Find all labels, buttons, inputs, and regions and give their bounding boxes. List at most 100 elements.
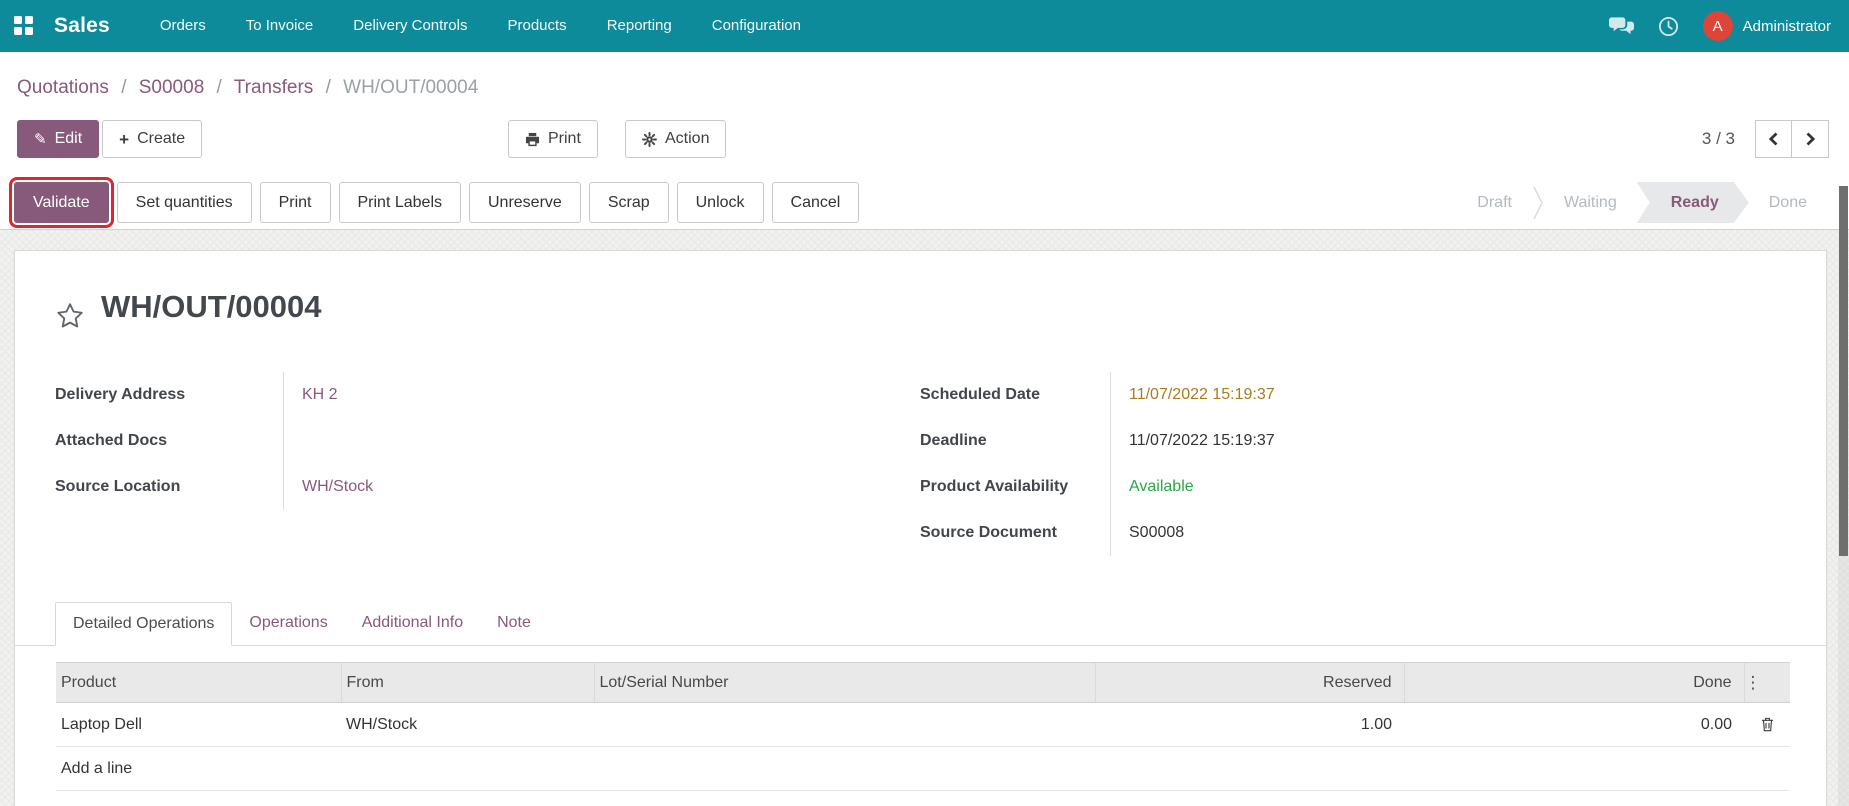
- column-header-reserved[interactable]: Reserved: [1095, 663, 1404, 703]
- create-button-label: Create: [137, 130, 185, 148]
- edit-button[interactable]: ✎ Edit: [17, 120, 99, 158]
- table-header-row: Product From Lot/Serial Number Reserved …: [56, 663, 1790, 703]
- state-done[interactable]: Done: [1749, 182, 1827, 223]
- field-scheduled-date: Scheduled Date 11/07/2022 15:19:37: [920, 372, 1786, 418]
- field-label: Source Document: [920, 524, 1110, 542]
- menu-products[interactable]: Products: [487, 0, 586, 52]
- printer-icon: [525, 132, 540, 147]
- gear-icon: [642, 132, 657, 147]
- chevron-right-icon: [1805, 132, 1816, 146]
- tab-note[interactable]: Note: [480, 602, 548, 645]
- state-ready[interactable]: Ready: [1637, 182, 1749, 223]
- column-header-from[interactable]: From: [341, 663, 594, 703]
- field-deadline: Deadline 11/07/2022 15:19:37: [920, 418, 1786, 464]
- form-sheet: WH/OUT/00004 Delivery Address KH 2 Attac…: [14, 250, 1827, 806]
- breadcrumb-quotations[interactable]: Quotations: [17, 77, 109, 98]
- user-name: Administrator: [1743, 18, 1831, 35]
- app-name[interactable]: Sales: [54, 14, 110, 38]
- tab-operations[interactable]: Operations: [232, 602, 344, 645]
- user-menu[interactable]: A Administrator: [1703, 11, 1831, 41]
- avatar: A: [1703, 11, 1733, 41]
- field-group-right: Scheduled Date 11/07/2022 15:19:37 Deadl…: [920, 372, 1786, 556]
- statusbar-buttons: Validate Set quantities Print Print Labe…: [14, 182, 859, 223]
- breadcrumb-separator: /: [217, 77, 222, 98]
- delivery-address-value[interactable]: KH 2: [302, 386, 338, 404]
- field-groups: Delivery Address KH 2 Attached Docs Sour…: [15, 372, 1826, 556]
- breadcrumb-current: WH/OUT/00004: [343, 77, 478, 98]
- deadline-value: 11/07/2022 15:19:37: [1129, 432, 1275, 450]
- messages-icon[interactable]: [1609, 16, 1634, 36]
- pager-next-button[interactable]: [1792, 120, 1829, 158]
- edit-button-label: Edit: [55, 130, 83, 148]
- main-menu: Orders To Invoice Delivery Controls Prod…: [140, 0, 821, 52]
- pager-previous-button[interactable]: [1755, 120, 1792, 158]
- page-title: WH/OUT/00004: [101, 287, 322, 327]
- pager-value: 3 / 3: [1702, 129, 1735, 149]
- unreserve-button[interactable]: Unreserve: [469, 182, 581, 223]
- field-attached-docs: Attached Docs: [55, 418, 720, 464]
- field-delivery-address: Delivery Address KH 2: [55, 372, 720, 418]
- state-draft[interactable]: Draft: [1457, 182, 1532, 223]
- breadcrumb-s00008[interactable]: S00008: [139, 77, 205, 98]
- control-buttons-row: ✎ Edit + Create Print Action 3 / 3: [17, 120, 1832, 158]
- cancel-button[interactable]: Cancel: [772, 182, 860, 223]
- column-header-done[interactable]: Done: [1404, 663, 1744, 703]
- cell-lot-serial[interactable]: [594, 703, 1095, 747]
- status-pipeline: Draft Waiting Ready Done: [1457, 182, 1827, 223]
- print-menu-label: Print: [548, 130, 581, 148]
- column-options-kebab-icon[interactable]: ⋮: [1745, 673, 1762, 692]
- column-header-lot-serial[interactable]: Lot/Serial Number: [594, 663, 1095, 703]
- set-quantities-button[interactable]: Set quantities: [117, 182, 252, 223]
- cell-reserved[interactable]: 1.00: [1095, 703, 1404, 747]
- add-a-line-link[interactable]: Add a line: [56, 747, 1790, 791]
- operations-table: Product From Lot/Serial Number Reserved …: [56, 662, 1790, 791]
- menu-reporting[interactable]: Reporting: [587, 0, 692, 52]
- field-label: Delivery Address: [55, 386, 283, 404]
- chevron-separator-icon: [1532, 183, 1544, 223]
- field-source-document: Source Document S00008: [920, 510, 1786, 556]
- pencil-icon: ✎: [34, 130, 47, 148]
- statusbar: Validate Set quantities Print Print Labe…: [0, 182, 1849, 230]
- print-labels-button[interactable]: Print Labels: [339, 182, 462, 223]
- field-source-location: Source Location WH/Stock: [55, 464, 720, 510]
- menu-configuration[interactable]: Configuration: [692, 0, 821, 52]
- field-group-left: Delivery Address KH 2 Attached Docs Sour…: [55, 372, 720, 556]
- add-line-row: Add a line: [56, 747, 1790, 791]
- source-location-value[interactable]: WH/Stock: [302, 478, 373, 496]
- print-button[interactable]: Print: [260, 182, 331, 223]
- field-label: Deadline: [920, 432, 1110, 450]
- column-header-product[interactable]: Product: [56, 663, 341, 703]
- menu-orders[interactable]: Orders: [140, 0, 226, 52]
- field-label: Source Location: [55, 478, 283, 496]
- field-label: Scheduled Date: [920, 386, 1110, 404]
- state-waiting[interactable]: Waiting: [1544, 182, 1637, 223]
- unlock-button[interactable]: Unlock: [677, 182, 764, 223]
- menu-delivery-controls[interactable]: Delivery Controls: [333, 0, 487, 52]
- tab-additional-info[interactable]: Additional Info: [345, 602, 480, 645]
- print-menu-button[interactable]: Print: [508, 120, 598, 158]
- activities-clock-icon[interactable]: [1658, 16, 1679, 37]
- pager: 3 / 3: [1702, 120, 1829, 158]
- cell-from[interactable]: WH/Stock: [341, 703, 594, 747]
- cell-done[interactable]: 0.00: [1404, 703, 1744, 747]
- chevron-left-icon: [1768, 132, 1779, 146]
- delete-row-trash-icon[interactable]: [1761, 717, 1774, 732]
- notebook-tabs: Detailed Operations Operations Additiona…: [15, 602, 1826, 646]
- action-menu-button[interactable]: Action: [625, 120, 726, 158]
- apps-menu-icon[interactable]: [14, 16, 34, 36]
- table-row[interactable]: Laptop Dell WH/Stock 1.00 0.00: [56, 703, 1790, 747]
- breadcrumb-transfers[interactable]: Transfers: [234, 77, 314, 98]
- favorite-star-icon[interactable]: [55, 301, 85, 336]
- scrollbar-thumb[interactable]: [1839, 186, 1848, 556]
- create-button[interactable]: + Create: [102, 120, 202, 158]
- cell-product[interactable]: Laptop Dell: [56, 703, 341, 747]
- systray: A Administrator: [1609, 11, 1831, 41]
- action-menu-label: Action: [665, 130, 709, 148]
- scrap-button[interactable]: Scrap: [589, 182, 669, 223]
- menu-to-invoice[interactable]: To Invoice: [226, 0, 334, 52]
- validate-button[interactable]: Validate: [14, 182, 109, 223]
- tab-detailed-operations[interactable]: Detailed Operations: [55, 602, 232, 646]
- source-document-value: S00008: [1129, 524, 1184, 542]
- field-label: Attached Docs: [55, 432, 283, 450]
- top-navbar: Sales Orders To Invoice Delivery Control…: [0, 0, 1849, 52]
